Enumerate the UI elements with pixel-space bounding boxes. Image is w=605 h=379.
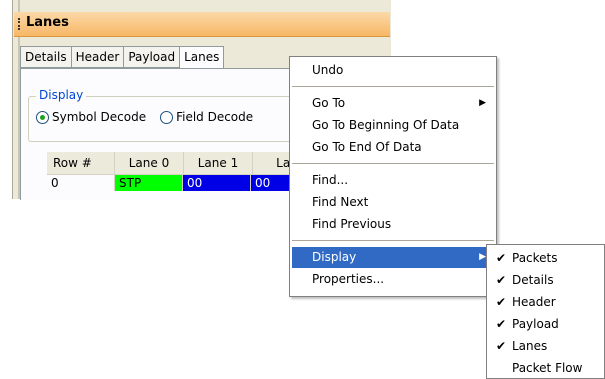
submenu-item-details[interactable]: ✔ Details: [488, 269, 604, 291]
display-group-legend: Display: [36, 88, 87, 102]
submenu-item-label: Packet Flow: [512, 361, 583, 375]
context-menu: Undo Go To ▶ Go To Beginning Of Data Go …: [289, 56, 497, 297]
submenu-arrow-icon: ▶: [479, 98, 486, 108]
display-submenu: ✔ Packets ✔ Details ✔ Header ✔ Payload ✔…: [486, 244, 605, 379]
tab-details[interactable]: Details: [20, 46, 72, 68]
menu-item-properties[interactable]: Properties...: [292, 269, 494, 290]
field-decode-label[interactable]: Field Decode: [176, 110, 253, 124]
cell-lane1[interactable]: 00: [183, 175, 251, 191]
menu-item-find-next[interactable]: Find Next: [292, 192, 494, 213]
display-options: Symbol Decode Field Decode: [36, 110, 267, 124]
symbol-decode-radio[interactable]: [36, 110, 49, 124]
menu-separator: [292, 86, 494, 87]
submenu-item-label: Payload: [512, 317, 559, 331]
submenu-arrow-icon: ▶: [479, 252, 486, 262]
checkmark-icon: ✔: [496, 317, 507, 331]
submenu-item-lanes[interactable]: ✔ Lanes: [488, 335, 604, 357]
cell-row-number[interactable]: 0: [47, 175, 115, 191]
table-row[interactable]: 0 STP 00 00: [47, 175, 319, 191]
submenu-item-label: Header: [512, 295, 556, 309]
tab-header[interactable]: Header: [70, 46, 125, 68]
checkmark-icon: ✔: [496, 251, 507, 265]
menu-item-find-previous[interactable]: Find Previous: [292, 214, 494, 235]
tab-strip: Details Header Payload Lanes: [20, 46, 225, 69]
menu-item-go-to-end[interactable]: Go To End Of Data: [292, 137, 494, 158]
menu-separator: [292, 240, 494, 241]
checkmark-icon: ✔: [496, 339, 507, 353]
panel-title-bar: Lanes: [14, 12, 390, 37]
submenu-item-label: Lanes: [512, 339, 548, 353]
column-header-lane1[interactable]: Lane 1: [184, 152, 253, 174]
submenu-item-header[interactable]: ✔ Header: [488, 291, 604, 313]
cell-lane0[interactable]: STP: [115, 175, 183, 191]
menu-separator: [292, 163, 494, 164]
field-decode-radio[interactable]: [160, 110, 174, 124]
checkmark-icon: ✔: [496, 295, 507, 309]
grid-header: Row # Lane 0 Lane 1 Lan: [47, 152, 322, 175]
column-header-row[interactable]: Row #: [47, 152, 115, 174]
column-header-lane0[interactable]: Lane 0: [115, 152, 184, 174]
menu-item-display[interactable]: Display ▶: [292, 247, 494, 268]
submenu-item-label: Packets: [512, 251, 558, 265]
menu-item-go-to[interactable]: Go To ▶: [292, 93, 494, 114]
tab-payload[interactable]: Payload: [123, 46, 181, 68]
checkmark-icon: ✔: [496, 273, 507, 287]
submenu-item-payload[interactable]: ✔ Payload: [488, 313, 604, 335]
menu-item-go-to-beginning[interactable]: Go To Beginning Of Data: [292, 115, 494, 136]
panel-title: Lanes: [26, 15, 69, 30]
menu-item-display-label: Display: [312, 250, 357, 264]
menu-item-go-to-label: Go To: [312, 96, 346, 110]
submenu-item-packets[interactable]: ✔ Packets: [488, 247, 604, 269]
menu-item-undo[interactable]: Undo: [292, 60, 494, 81]
menu-item-find[interactable]: Find...: [292, 170, 494, 191]
symbol-decode-label[interactable]: Symbol Decode: [52, 110, 146, 124]
grip-handle-icon[interactable]: [18, 18, 22, 30]
submenu-item-packet-flow[interactable]: Packet Flow: [488, 357, 604, 379]
submenu-item-label: Details: [512, 273, 554, 287]
tab-lanes[interactable]: Lanes: [179, 46, 225, 69]
